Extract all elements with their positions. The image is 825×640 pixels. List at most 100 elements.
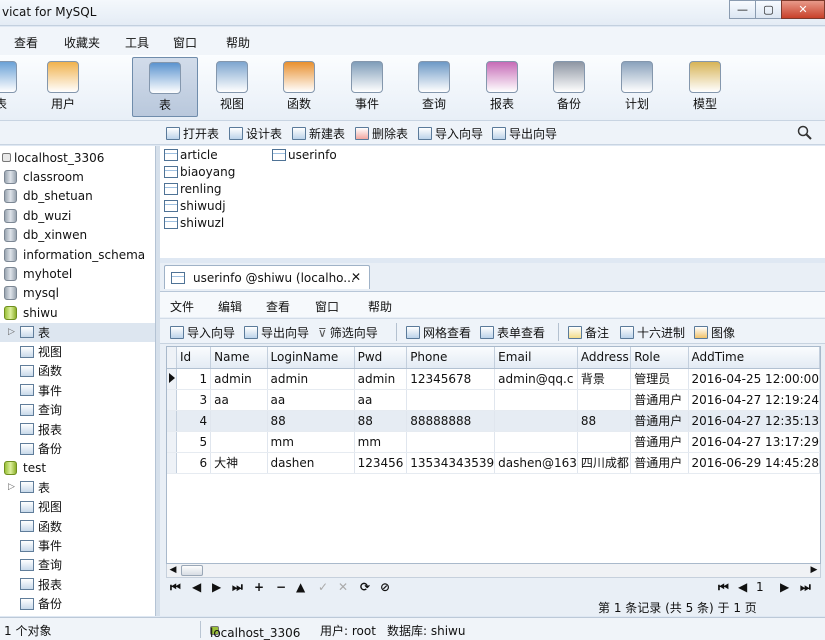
tree-item[interactable]: 备份 [0, 439, 155, 458]
tree-item[interactable]: shiwu [0, 303, 155, 322]
toolbar-button-6[interactable]: 查询 [401, 57, 467, 117]
tree-item[interactable]: 函数 [0, 517, 155, 536]
table-cell[interactable] [494, 431, 578, 453]
column-header[interactable]: Role [630, 347, 689, 369]
table-cell[interactable]: 四川成都 [577, 452, 632, 474]
table-cell[interactable]: 3 [176, 389, 212, 411]
table-cell[interactable]: admin [267, 368, 355, 390]
table-cell[interactable]: admin@qq.c [494, 368, 578, 390]
table-cell[interactable]: 2016-04-27 13:17:29 [688, 431, 820, 453]
toolbar-button-1[interactable]: 用户 [30, 57, 96, 117]
table-cell[interactable]: mm [267, 431, 355, 453]
column-header[interactable]: Email [494, 347, 578, 369]
menu-favorites[interactable]: 收藏夹 [64, 34, 100, 51]
row-indicator[interactable] [167, 368, 178, 390]
doc-menu-help[interactable]: 帮助 [368, 298, 392, 315]
tree-item[interactable]: 备份 [0, 594, 155, 613]
next-record-icon[interactable]: ▶ [212, 580, 221, 594]
table-cell[interactable]: 普通用户 [630, 389, 689, 411]
scroll-left-icon[interactable]: ◀ [167, 564, 179, 577]
first-page-icon[interactable]: ⏮ [718, 580, 729, 595]
table-item-biaoyang[interactable]: biaoyang [164, 165, 235, 179]
last-record-icon[interactable]: ⏭ [232, 580, 243, 595]
table-cell[interactable]: 背景 [577, 368, 632, 390]
table-cell[interactable]: 5 [176, 431, 212, 453]
doc-menu-edit[interactable]: 编辑 [218, 298, 242, 315]
menu-window[interactable]: 窗口 [173, 34, 197, 51]
toolbar-button-0[interactable]: 表 [0, 57, 34, 117]
search-icon[interactable] [797, 125, 813, 141]
table-cell[interactable]: 88888888 [406, 410, 496, 432]
table-item-shiwudj[interactable]: shiwudj [164, 199, 226, 213]
toolbar-button-4[interactable]: 函数 [266, 57, 332, 117]
table-cell[interactable]: 大神 [210, 452, 268, 474]
image-button[interactable]: 图像 [694, 324, 735, 341]
tree-item[interactable]: test [0, 458, 155, 477]
table-cell[interactable]: 13534343539 [406, 452, 496, 474]
close-button[interactable]: ✕ [781, 0, 825, 19]
table-cell[interactable] [210, 431, 268, 453]
table-cell[interactable] [210, 410, 268, 432]
table-cell[interactable]: mm [354, 431, 408, 453]
table-item-article[interactable]: article [164, 148, 218, 162]
menu-view[interactable]: 查看 [14, 34, 38, 51]
tree-item[interactable]: localhost_3306 [0, 148, 155, 167]
table-row[interactable]: 1 admin admin admin 12345678 admin@qq.c 背景 管理员 2… [167, 368, 820, 390]
tab-userinfo[interactable]: userinfo @shiwu (localho... ✕ [164, 265, 370, 289]
filter-wizard-button[interactable]: ⊽ 筛选向导 [318, 324, 378, 341]
minimize-button[interactable]: — [729, 0, 756, 19]
toolbar-button-3[interactable]: 视图 [199, 57, 265, 117]
horizontal-scrollbar[interactable]: ◀ ▶ [166, 564, 821, 578]
export-wizard-button[interactable]: 导出向导 [492, 125, 557, 142]
table-cell[interactable]: 123456 [354, 452, 408, 474]
menu-help[interactable]: 帮助 [226, 34, 250, 51]
table-cell[interactable]: 2016-04-27 12:19:24 [688, 389, 820, 411]
column-header[interactable]: Pwd [354, 347, 408, 369]
toolbar-button-8[interactable]: 备份 [536, 57, 602, 117]
page-number[interactable]: 1 [756, 580, 764, 594]
open-table-button[interactable]: 打开表 [166, 125, 219, 142]
table-item-shiwuzl[interactable]: shiwuzl [164, 216, 224, 230]
table-cell[interactable]: aa [210, 389, 268, 411]
table-cell[interactable] [577, 431, 632, 453]
toolbar-button-5[interactable]: 事件 [334, 57, 400, 117]
doc-menu-file[interactable]: 文件 [170, 298, 194, 315]
stop-icon[interactable]: ⊘ [380, 580, 390, 594]
toolbar-button-2[interactable]: 表 [132, 57, 198, 117]
row-indicator[interactable] [167, 452, 178, 474]
table-cell[interactable]: 12345678 [406, 368, 496, 390]
cancel-icon[interactable]: ✕ [338, 580, 348, 594]
table-cell[interactable]: admin [210, 368, 268, 390]
row-indicator[interactable] [167, 431, 178, 453]
add-record-icon[interactable]: + [254, 580, 264, 594]
tree-item[interactable]: 视图 [0, 497, 155, 516]
confirm-icon[interactable]: ✓ [318, 580, 328, 594]
table-cell[interactable]: 2016-06-29 14:45:28 [688, 452, 820, 474]
import-wizard-button[interactable]: 导入向导 [418, 125, 483, 142]
refresh-icon[interactable]: ⟳ [360, 580, 370, 594]
table-row[interactable]: 5 mm mm 普通用户 2016-04-27 13:17:29 [167, 431, 820, 453]
tree-item[interactable]: 事件 [0, 381, 155, 400]
table-item-userinfo[interactable]: userinfo [272, 148, 337, 162]
row-indicator[interactable] [167, 410, 178, 432]
tree-item[interactable]: db_xinwen [0, 226, 155, 245]
table-cell[interactable]: 普通用户 [630, 431, 689, 453]
table-cell[interactable]: 88 [577, 410, 632, 432]
table-cell[interactable] [406, 389, 496, 411]
table-cell[interactable]: 普通用户 [630, 410, 689, 432]
memo-button[interactable]: 备注 [568, 324, 609, 341]
tree-item[interactable]: mysql [0, 284, 155, 303]
export-wizard-button[interactable]: 导出向导 [244, 324, 309, 341]
tree-item[interactable]: 查询 [0, 555, 155, 574]
table-cell[interactable]: aa [267, 389, 355, 411]
table-cell[interactable]: 88 [267, 410, 355, 432]
table-row[interactable]: 3 aa aa aa 普通用户 2016-04-27 12:19:24 [167, 389, 820, 411]
first-record-icon[interactable]: ⏮ [170, 580, 181, 595]
toolbar-button-10[interactable]: 模型 [672, 57, 738, 117]
tree-item[interactable]: classroom [0, 167, 155, 186]
tree-item[interactable]: 查询 [0, 400, 155, 419]
table-cell[interactable] [577, 389, 632, 411]
column-header[interactable]: LoginName [267, 347, 355, 369]
table-cell[interactable]: 88 [354, 410, 408, 432]
tree-item[interactable]: 视图 [0, 342, 155, 361]
